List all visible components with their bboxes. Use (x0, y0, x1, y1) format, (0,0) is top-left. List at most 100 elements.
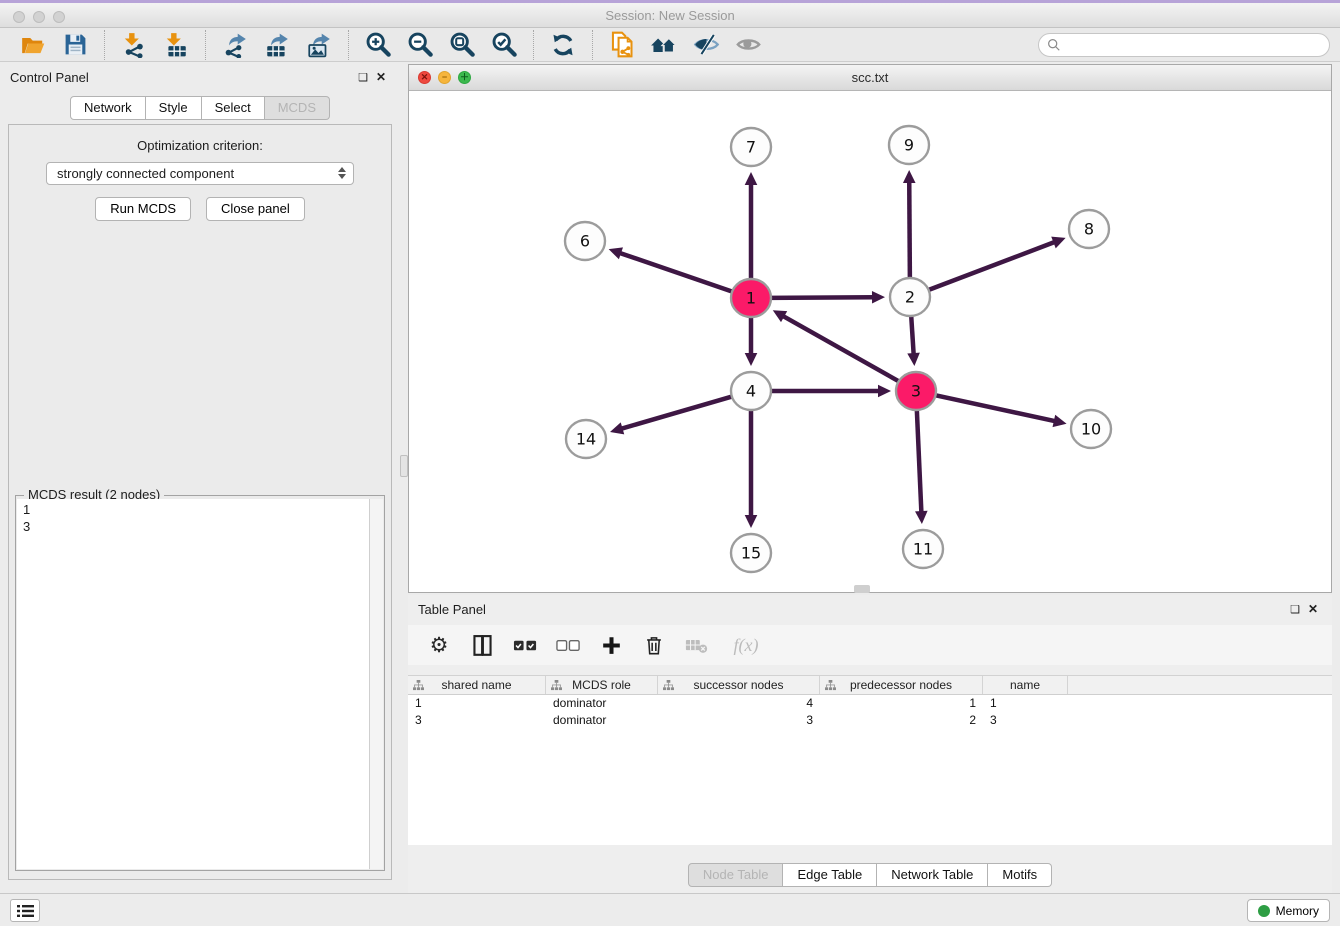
horizontal-splitter-grip[interactable] (854, 585, 870, 593)
tab-network[interactable]: Network (70, 96, 146, 120)
main-toolbar (0, 28, 1340, 62)
close-panel-icon[interactable]: ✕ (372, 70, 390, 84)
select-all-rows-button[interactable] (508, 629, 542, 661)
import-table-button[interactable] (155, 29, 197, 61)
column-header-predecessor-nodes[interactable]: predecessor nodes (820, 676, 983, 694)
import-network-button[interactable] (113, 29, 155, 61)
import-network-icon (121, 32, 147, 58)
close-panel-button[interactable]: Close panel (206, 197, 305, 221)
deselect-all-rows-button[interactable] (551, 629, 585, 661)
search-input[interactable] (1066, 38, 1321, 52)
column-label: MCDS role (572, 678, 631, 692)
result-scrollbar[interactable] (369, 499, 383, 869)
apply-function-button[interactable]: f(x) (723, 629, 769, 661)
delete-column-button[interactable] (637, 629, 671, 661)
float-table-panel-icon[interactable]: ❑ (1286, 603, 1304, 616)
export-table-button[interactable] (256, 29, 298, 61)
network-canvas[interactable]: 7968124314101511 (409, 91, 1331, 592)
open-folder-icon (20, 32, 46, 58)
graph-edge-arrowhead (609, 247, 623, 259)
graph-edge[interactable] (935, 395, 1056, 421)
cell-name[interactable]: 3 (983, 712, 1068, 729)
app-titlebar: Session: New Session (0, 3, 1340, 28)
vertical-splitter-grip[interactable] (400, 455, 408, 477)
table-options-button[interactable]: ⚙ (422, 629, 456, 661)
graph-edge[interactable] (917, 410, 922, 513)
column-label: name (1010, 678, 1040, 692)
graph-edge[interactable] (621, 396, 733, 429)
export-network-button[interactable] (214, 29, 256, 61)
cell-successor-nodes[interactable]: 3 (658, 712, 820, 729)
network-window-titlebar[interactable]: ✕ − ＋ scc.txt (409, 65, 1331, 91)
hide-selected-button[interactable] (685, 29, 727, 61)
float-panel-icon[interactable]: ❑ (354, 71, 372, 84)
search-field (1038, 33, 1330, 57)
deselect-checkboxes-icon (556, 638, 581, 653)
zoom-selected-button[interactable] (483, 29, 525, 61)
new-network-from-selection-button[interactable] (601, 29, 643, 61)
tab-select[interactable]: Select (202, 96, 265, 120)
export-image-button[interactable] (298, 29, 340, 61)
show-columns-button[interactable] (465, 629, 499, 661)
table-row[interactable]: 1 dominator 4 1 1 (408, 695, 1332, 712)
graph-node-label: 3 (911, 382, 921, 401)
column-header-name[interactable]: name (983, 676, 1068, 694)
graph-edge[interactable] (909, 181, 910, 278)
search-icon (1047, 38, 1061, 52)
add-column-button[interactable] (594, 629, 628, 661)
cell-predecessor-nodes[interactable]: 2 (820, 712, 983, 729)
graph-edge[interactable] (619, 253, 733, 292)
first-neighbors-button[interactable] (643, 29, 685, 61)
graph-node-label: 14 (576, 430, 596, 449)
tab-edge-table[interactable]: Edge Table (783, 863, 877, 887)
column-header-shared-name[interactable]: shared name (408, 676, 546, 694)
cell-mcds-role[interactable]: dominator (546, 712, 658, 729)
show-all-button[interactable] (727, 29, 769, 61)
plus-icon (601, 635, 622, 656)
column-header-mcds-role[interactable]: MCDS role (546, 676, 658, 694)
task-history-button[interactable] (10, 899, 40, 922)
graph-edge[interactable] (928, 242, 1056, 290)
zoom-fit-button[interactable] (441, 29, 483, 61)
graph-node-label: 4 (746, 382, 756, 401)
mcds-result-list[interactable]: 1 3 (17, 499, 369, 869)
memory-button[interactable]: Memory (1247, 899, 1330, 922)
graph-edge[interactable] (782, 316, 899, 382)
toolbar-separator (205, 30, 206, 60)
column-label: shared name (441, 678, 511, 692)
cell-predecessor-nodes[interactable]: 1 (820, 695, 983, 712)
tab-network-table[interactable]: Network Table (877, 863, 988, 887)
column-header-successor-nodes[interactable]: successor nodes (658, 676, 820, 694)
run-mcds-button[interactable]: Run MCDS (95, 197, 191, 221)
table-row[interactable]: 3 dominator 3 2 3 (408, 712, 1332, 729)
refresh-button[interactable] (542, 29, 584, 61)
network-minimize-button[interactable]: − (438, 71, 451, 84)
graph-edge[interactable] (911, 316, 913, 355)
zoom-in-button[interactable] (357, 29, 399, 61)
network-window-title: scc.txt (409, 70, 1331, 85)
zoom-out-icon (407, 31, 434, 58)
cell-successor-nodes[interactable]: 4 (658, 695, 820, 712)
graph-edge-arrowhead (610, 422, 624, 434)
cell-mcds-role[interactable]: dominator (546, 695, 658, 712)
export-table-icon (264, 32, 290, 58)
tab-style[interactable]: Style (146, 96, 202, 120)
zoom-out-button[interactable] (399, 29, 441, 61)
network-close-button[interactable]: ✕ (418, 71, 431, 84)
close-table-panel-icon[interactable]: ✕ (1304, 602, 1322, 616)
fx-icon: f(x) (734, 635, 759, 656)
show-eye-icon (735, 31, 762, 58)
cell-name[interactable]: 1 (983, 695, 1068, 712)
tab-motifs[interactable]: Motifs (988, 863, 1052, 887)
tab-node-table[interactable]: Node Table (688, 863, 784, 887)
graph-edge[interactable] (770, 297, 874, 298)
new-network-from-selection-icon (609, 31, 636, 58)
network-maximize-button[interactable]: ＋ (458, 71, 471, 84)
open-session-button[interactable] (12, 29, 54, 61)
cell-shared-name[interactable]: 3 (408, 712, 546, 729)
criterion-select[interactable]: strongly connected component (46, 162, 354, 185)
delete-table-button[interactable] (680, 629, 714, 661)
tab-mcds[interactable]: MCDS (265, 96, 330, 120)
cell-shared-name[interactable]: 1 (408, 695, 546, 712)
save-session-button[interactable] (54, 29, 96, 61)
